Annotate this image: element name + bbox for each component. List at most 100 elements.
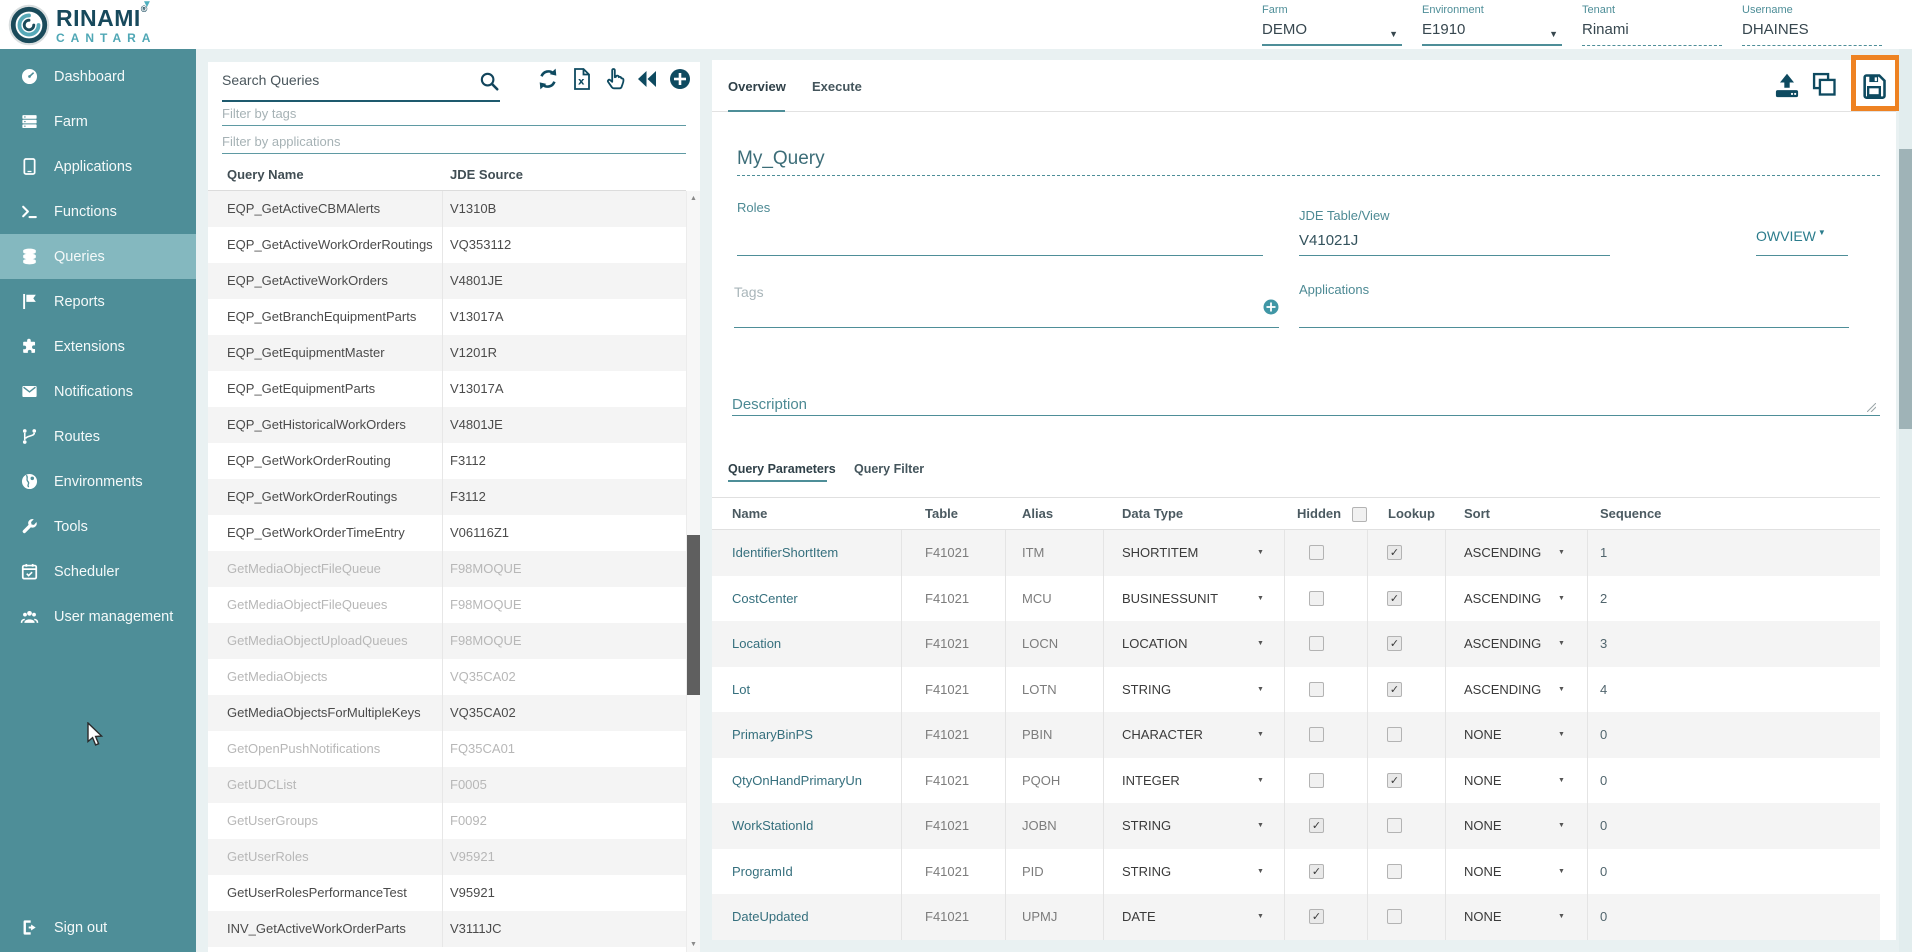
chevron-down-icon[interactable]: ▼	[1558, 868, 1565, 875]
jde-type-select[interactable]: OWVIEW▼	[1756, 228, 1826, 244]
description-input[interactable]	[732, 415, 1880, 416]
sort-select[interactable]: ASCENDING	[1464, 530, 1541, 575]
tab-overview[interactable]: Overview	[728, 79, 786, 94]
lookup-checkbox[interactable]: ✓	[1387, 591, 1402, 606]
data-type-select[interactable]: INTEGER	[1122, 758, 1180, 803]
query-list-row[interactable]: GetMediaObjectUploadQueues F98MOQUE	[208, 623, 686, 659]
lookup-checkbox[interactable]: ✓	[1387, 636, 1402, 651]
query-list-row[interactable]: EQP_GetBranchEquipmentParts V13017A	[208, 299, 686, 335]
sidebar-item-applications[interactable]: Applications	[0, 144, 196, 189]
chevron-down-icon[interactable]: ▼	[1257, 640, 1264, 647]
search-input[interactable]: Search Queries	[222, 72, 319, 88]
query-list-row[interactable]: GetMediaObjectFileQueues F98MOQUE	[208, 587, 686, 623]
query-list-scrollbar[interactable]: ▲ ▼	[686, 191, 700, 952]
sort-select[interactable]: NONE	[1464, 849, 1502, 894]
lookup-checkbox[interactable]: ✓	[1387, 682, 1402, 697]
chevron-down-icon[interactable]: ▼	[1558, 913, 1565, 920]
applications-input[interactable]	[1299, 327, 1849, 328]
hidden-checkbox[interactable]: ✓	[1309, 818, 1324, 833]
sidebar-item-routes[interactable]: Routes	[0, 414, 196, 459]
filter-tags-input[interactable]: Filter by tags	[222, 106, 296, 121]
hidden-checkbox[interactable]	[1309, 682, 1324, 697]
query-list-row[interactable]: EQP_GetActiveWorkOrderRoutings VQ353112	[208, 227, 686, 263]
chevron-down-icon[interactable]: ▼	[1257, 686, 1264, 693]
hidden-checkbox[interactable]: ✓	[1309, 909, 1324, 924]
data-type-select[interactable]: SHORTITEM	[1122, 530, 1198, 575]
query-title-input[interactable]: My_Query	[737, 148, 825, 170]
data-type-select[interactable]: LOCATION	[1122, 621, 1188, 666]
query-list-row[interactable]: EQP_GetHistoricalWorkOrders V4801JE	[208, 407, 686, 443]
export-excel-button[interactable]: x	[567, 65, 595, 93]
upload-button[interactable]	[1771, 70, 1803, 102]
sort-select[interactable]: ASCENDING	[1464, 621, 1541, 666]
search-icon[interactable]	[478, 70, 500, 92]
chevron-down-icon[interactable]: ▼	[1558, 640, 1565, 647]
scroll-down-icon[interactable]: ▼	[687, 941, 700, 948]
query-list-row[interactable]: GetUserRoles V95921	[208, 839, 686, 875]
query-list-row[interactable]: EQP_GetActiveCBMAlerts V1310B	[208, 191, 686, 227]
chevron-down-icon[interactable]: ▼	[1558, 595, 1565, 602]
data-type-select[interactable]: CHARACTER	[1122, 712, 1203, 757]
environment-select[interactable]: Environment E1910 ▼	[1422, 4, 1562, 46]
hidden-all-checkbox[interactable]	[1352, 507, 1367, 522]
sort-select[interactable]: NONE	[1464, 758, 1502, 803]
sort-select[interactable]: NONE	[1464, 803, 1502, 848]
sidebar-item-notifications[interactable]: Notifications	[0, 369, 196, 414]
chevron-down-icon[interactable]: ▼	[1389, 29, 1398, 39]
lookup-checkbox[interactable]: ✓	[1387, 545, 1402, 560]
filter-applications-input[interactable]: Filter by applications	[222, 134, 341, 149]
chevron-down-icon[interactable]: ▼	[1257, 595, 1264, 602]
tab-query-filter[interactable]: Query Filter	[854, 462, 924, 476]
query-list-row[interactable]: GetOpenPushNotifications FQ35CA01	[208, 731, 686, 767]
lookup-checkbox[interactable]	[1387, 727, 1402, 742]
chevron-down-icon[interactable]: ▼	[1558, 549, 1565, 556]
chevron-down-icon[interactable]: ▼	[1558, 686, 1565, 693]
sidebar-item-user-management[interactable]: User management	[0, 594, 196, 639]
chevron-down-icon[interactable]: ▼	[1257, 913, 1264, 920]
add-tag-icon[interactable]	[1262, 298, 1280, 316]
sort-select[interactable]: NONE	[1464, 894, 1502, 939]
farm-select[interactable]: Farm DEMO ▼	[1262, 4, 1402, 46]
lookup-checkbox[interactable]	[1387, 818, 1402, 833]
hidden-checkbox[interactable]: ✓	[1309, 864, 1324, 879]
query-list-row[interactable]: EQP_GetEquipmentParts V13017A	[208, 371, 686, 407]
sort-select[interactable]: NONE	[1464, 712, 1502, 757]
signout-button[interactable]: Sign out	[0, 905, 215, 950]
chevron-down-icon[interactable]: ▼	[1257, 549, 1264, 556]
main-scrollbar[interactable]	[1899, 49, 1912, 952]
query-list-row[interactable]: INV_GetActiveWorkOrderParts V3111JC	[208, 911, 686, 947]
data-type-select[interactable]: STRING	[1122, 849, 1171, 894]
select-hand-button[interactable]	[600, 65, 628, 93]
chevron-down-icon[interactable]: ▼	[1549, 29, 1558, 39]
lookup-checkbox[interactable]	[1387, 864, 1402, 879]
resize-handle-icon[interactable]	[1867, 403, 1876, 412]
chevron-down-icon[interactable]: ▼	[1257, 731, 1264, 738]
sidebar-item-scheduler[interactable]: Scheduler	[0, 549, 196, 594]
refresh-button[interactable]	[534, 65, 562, 93]
tab-query-parameters[interactable]: Query Parameters	[728, 462, 836, 476]
chevron-down-icon[interactable]: ▼	[1257, 822, 1264, 829]
sidebar-item-environments[interactable]: Environments	[0, 459, 196, 504]
query-list-row[interactable]: GetMediaObjectFileQueue F98MOQUE	[208, 551, 686, 587]
sidebar-item-reports[interactable]: Reports	[0, 279, 196, 324]
query-list-row[interactable]: EQP_GetWorkOrderTimeEntry V06116Z1	[208, 515, 686, 551]
chevron-down-icon[interactable]: ▼	[1818, 228, 1826, 237]
sidebar-item-queries[interactable]: Queries	[0, 234, 196, 279]
sort-select[interactable]: ASCENDING	[1464, 576, 1541, 621]
data-type-select[interactable]: DATE	[1122, 894, 1156, 939]
tab-execute[interactable]: Execute	[812, 79, 862, 94]
roles-input[interactable]	[737, 255, 1263, 256]
sidebar-item-dashboard[interactable]: Dashboard	[0, 54, 196, 99]
data-type-select[interactable]: BUSINESSUNIT	[1122, 576, 1218, 621]
query-list-row[interactable]: GetMediaObjects VQ35CA02	[208, 659, 686, 695]
scroll-up-icon[interactable]: ▲	[687, 195, 700, 202]
sidebar-item-functions[interactable]: Functions	[0, 189, 196, 234]
query-list-row[interactable]: GetUDCList F0005	[208, 767, 686, 803]
copy-button[interactable]	[1808, 68, 1840, 100]
hidden-checkbox[interactable]	[1309, 591, 1324, 606]
sidebar-item-extensions[interactable]: Extensions	[0, 324, 196, 369]
scrollbar-thumb[interactable]	[687, 535, 700, 695]
hidden-checkbox[interactable]	[1309, 545, 1324, 560]
query-list-row[interactable]: GetMediaObjectsForMultipleKeys VQ35CA02	[208, 695, 686, 731]
data-type-select[interactable]: STRING	[1122, 803, 1171, 848]
